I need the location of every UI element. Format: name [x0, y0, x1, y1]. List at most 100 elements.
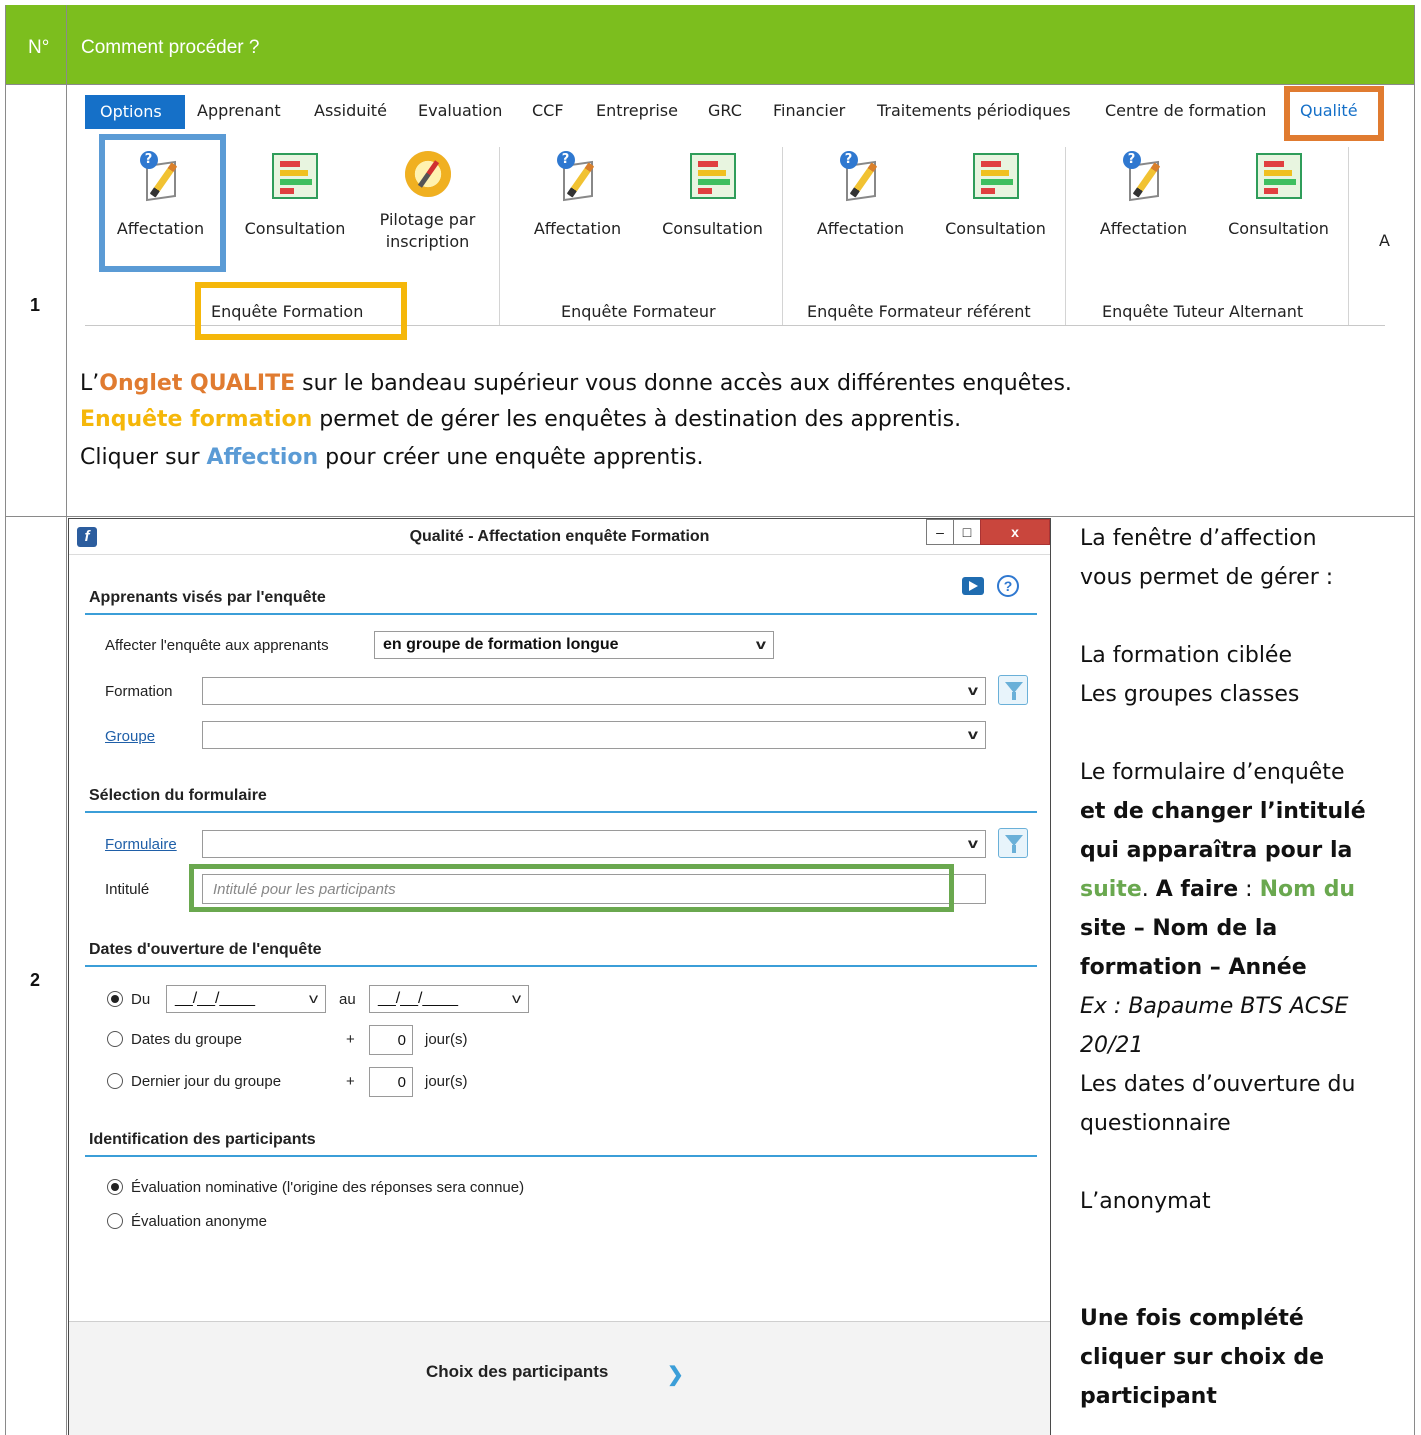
formulaire-filter-icon[interactable]	[998, 828, 1028, 858]
consultation-label: Consultation	[244, 219, 346, 238]
consultation-icon	[689, 153, 736, 199]
section-line	[85, 1155, 1037, 1157]
group-enquete-formateur-referent: Enquête Formateur référent	[807, 302, 1031, 321]
groupe-select[interactable]: v	[202, 721, 986, 749]
formation-select[interactable]: v	[202, 677, 986, 705]
jours-label: jour(s)	[425, 1031, 468, 1048]
dernier-jour-radio[interactable]	[107, 1073, 123, 1089]
rt-line-c: La formation ciblée	[1080, 643, 1292, 668]
rt-line-k: Ex : Bapaume BTS ACSE	[1080, 994, 1349, 1019]
consultation-icon	[972, 153, 1019, 199]
rt-line-h: suite. A faire : Nom du	[1080, 877, 1356, 902]
section-line	[85, 811, 1037, 813]
tab-financier[interactable]: Financier	[773, 101, 845, 120]
formation-label: Formation	[105, 683, 173, 700]
row-number-2: 2	[30, 970, 41, 990]
instruction-line-2: Enquête formation permet de gérer les en…	[80, 407, 962, 432]
tab-centre[interactable]: Centre de formation	[1105, 101, 1266, 120]
chevron-down-icon: v	[756, 636, 767, 652]
tab-entreprise[interactable]: Entreprise	[596, 101, 678, 120]
section-line	[85, 613, 1037, 615]
dialog-titlebar: f Qualité - Affectation enquête Formatio…	[69, 519, 1050, 555]
rt-line-e: Le formulaire d’enquête	[1080, 760, 1345, 785]
group-separator	[1348, 147, 1349, 325]
affectation-tuteur-button[interactable]: ? Affectation	[1086, 151, 1201, 238]
nominative-label: Évaluation nominative (l'origine des rép…	[131, 1179, 525, 1196]
tab-assiduite[interactable]: Assiduité	[314, 101, 387, 120]
rt-line-d: Les groupes classes	[1080, 682, 1300, 707]
affectation-referent-button[interactable]: ? Affectation	[803, 151, 918, 238]
section-apprenants: Apprenants visés par l'enquête	[89, 589, 326, 606]
rt-line-o: L’anonymat	[1080, 1189, 1211, 1214]
group-enquete-formateur: Enquête Formateur	[561, 302, 716, 321]
affectation-label: Affectation	[816, 219, 905, 238]
affectation-dialog: f Qualité - Affectation enquête Formatio…	[68, 518, 1051, 1435]
section-dates: Dates d'ouverture de l'enquête	[89, 941, 322, 958]
tab-evaluation[interactable]: Evaluation	[418, 101, 502, 120]
affectation-formateur-button[interactable]: ? Affectation	[520, 151, 635, 238]
plus-label: +	[346, 1031, 355, 1048]
rt-line-g: qui apparaîtra pour la	[1080, 838, 1353, 863]
video-icon[interactable]	[962, 577, 984, 595]
chevron-down-icon: v	[511, 990, 522, 1006]
enquete-formation-highlight	[195, 282, 407, 340]
rt-line-f: et de changer l’intitulé	[1080, 799, 1366, 824]
dialog-footer: Choix des participants ❯	[69, 1321, 1050, 1435]
tab-ccf[interactable]: CCF	[532, 101, 564, 120]
chevron-down-icon: v	[968, 835, 979, 851]
affect-select[interactable]: en groupe de formation longue v	[374, 631, 774, 659]
date-to-select[interactable]: __/__/____ v	[369, 985, 529, 1013]
choix-participants-button[interactable]: Choix des participants	[426, 1362, 608, 1382]
consultation-label: Consultation	[945, 219, 1046, 238]
rt-line-n: questionnaire	[1080, 1111, 1231, 1136]
consultation-button[interactable]: Consultation	[235, 153, 355, 238]
consultation-formateur-button[interactable]: Consultation	[650, 153, 775, 238]
anonyme-radio[interactable]	[107, 1213, 123, 1229]
affectation-highlight	[99, 134, 226, 272]
section-formulaire: Sélection du formulaire	[89, 787, 267, 804]
tab-apprenant[interactable]: Apprenant	[197, 101, 281, 120]
nominative-radio[interactable]	[107, 1179, 123, 1195]
affectation-icon: ?	[1121, 151, 1167, 199]
rt-line-l: 20/21	[1080, 1033, 1144, 1058]
tab-options[interactable]: Options	[85, 95, 185, 129]
row-divider	[6, 516, 1414, 517]
dates-groupe-radio[interactable]	[107, 1031, 123, 1047]
row-number-1: 1	[30, 295, 41, 315]
groupe-link[interactable]: Groupe	[105, 728, 155, 745]
affectation-icon: ?	[555, 151, 601, 199]
days-input-2[interactable]: 0	[369, 1067, 413, 1097]
pilotage-label-1: Pilotage par	[379, 210, 476, 229]
rt-line-m: Les dates d’ouverture du	[1080, 1072, 1356, 1097]
pilotage-label-2: inscription	[385, 232, 470, 251]
formulaire-select[interactable]: v	[202, 830, 986, 858]
maximize-button[interactable]: □	[953, 519, 981, 545]
minimize-button[interactable]: –	[926, 519, 954, 545]
affectation-label: Affectation	[533, 219, 622, 238]
affectation-label: Affectation	[1099, 219, 1188, 238]
dernier-jour-label: Dernier jour du groupe	[131, 1073, 282, 1090]
formulaire-link[interactable]: Formulaire	[105, 836, 177, 853]
date-from-select[interactable]: __/__/____ v	[166, 985, 326, 1013]
table-header: N° Comment procéder ?	[6, 5, 1414, 85]
days-input-1[interactable]: 0	[369, 1025, 413, 1055]
dialog-title: Qualité - Affectation enquête Formation	[409, 528, 710, 545]
consultation-icon	[272, 153, 318, 199]
group-enquete-tuteur: Enquête Tuteur Alternant	[1102, 302, 1304, 321]
ribbon-tabbar: Options Apprenant Assiduité Evaluation C…	[85, 95, 1385, 129]
rt-line-j: formation – Année	[1080, 955, 1307, 980]
consultation-tuteur-button[interactable]: Consultation	[1216, 153, 1341, 238]
formation-filter-icon[interactable]	[998, 675, 1028, 705]
jours-label: jour(s)	[425, 1073, 468, 1090]
anonyme-label: Évaluation anonyme	[131, 1213, 267, 1230]
du-radio[interactable]	[107, 991, 123, 1007]
help-icon[interactable]: ?	[997, 575, 1019, 597]
tab-grc[interactable]: GRC	[708, 101, 742, 120]
close-button[interactable]: x	[980, 519, 1050, 545]
chevron-right-icon[interactable]: ❯	[667, 1362, 684, 1387]
tab-traitements[interactable]: Traitements périodiques	[877, 101, 1071, 120]
consultation-referent-button[interactable]: Consultation	[933, 153, 1058, 238]
consultation-label: Consultation	[662, 219, 763, 238]
pilotage-button[interactable]: Pilotage par inscription	[370, 151, 485, 253]
rt-line-q: cliquer sur choix de	[1080, 1345, 1325, 1370]
